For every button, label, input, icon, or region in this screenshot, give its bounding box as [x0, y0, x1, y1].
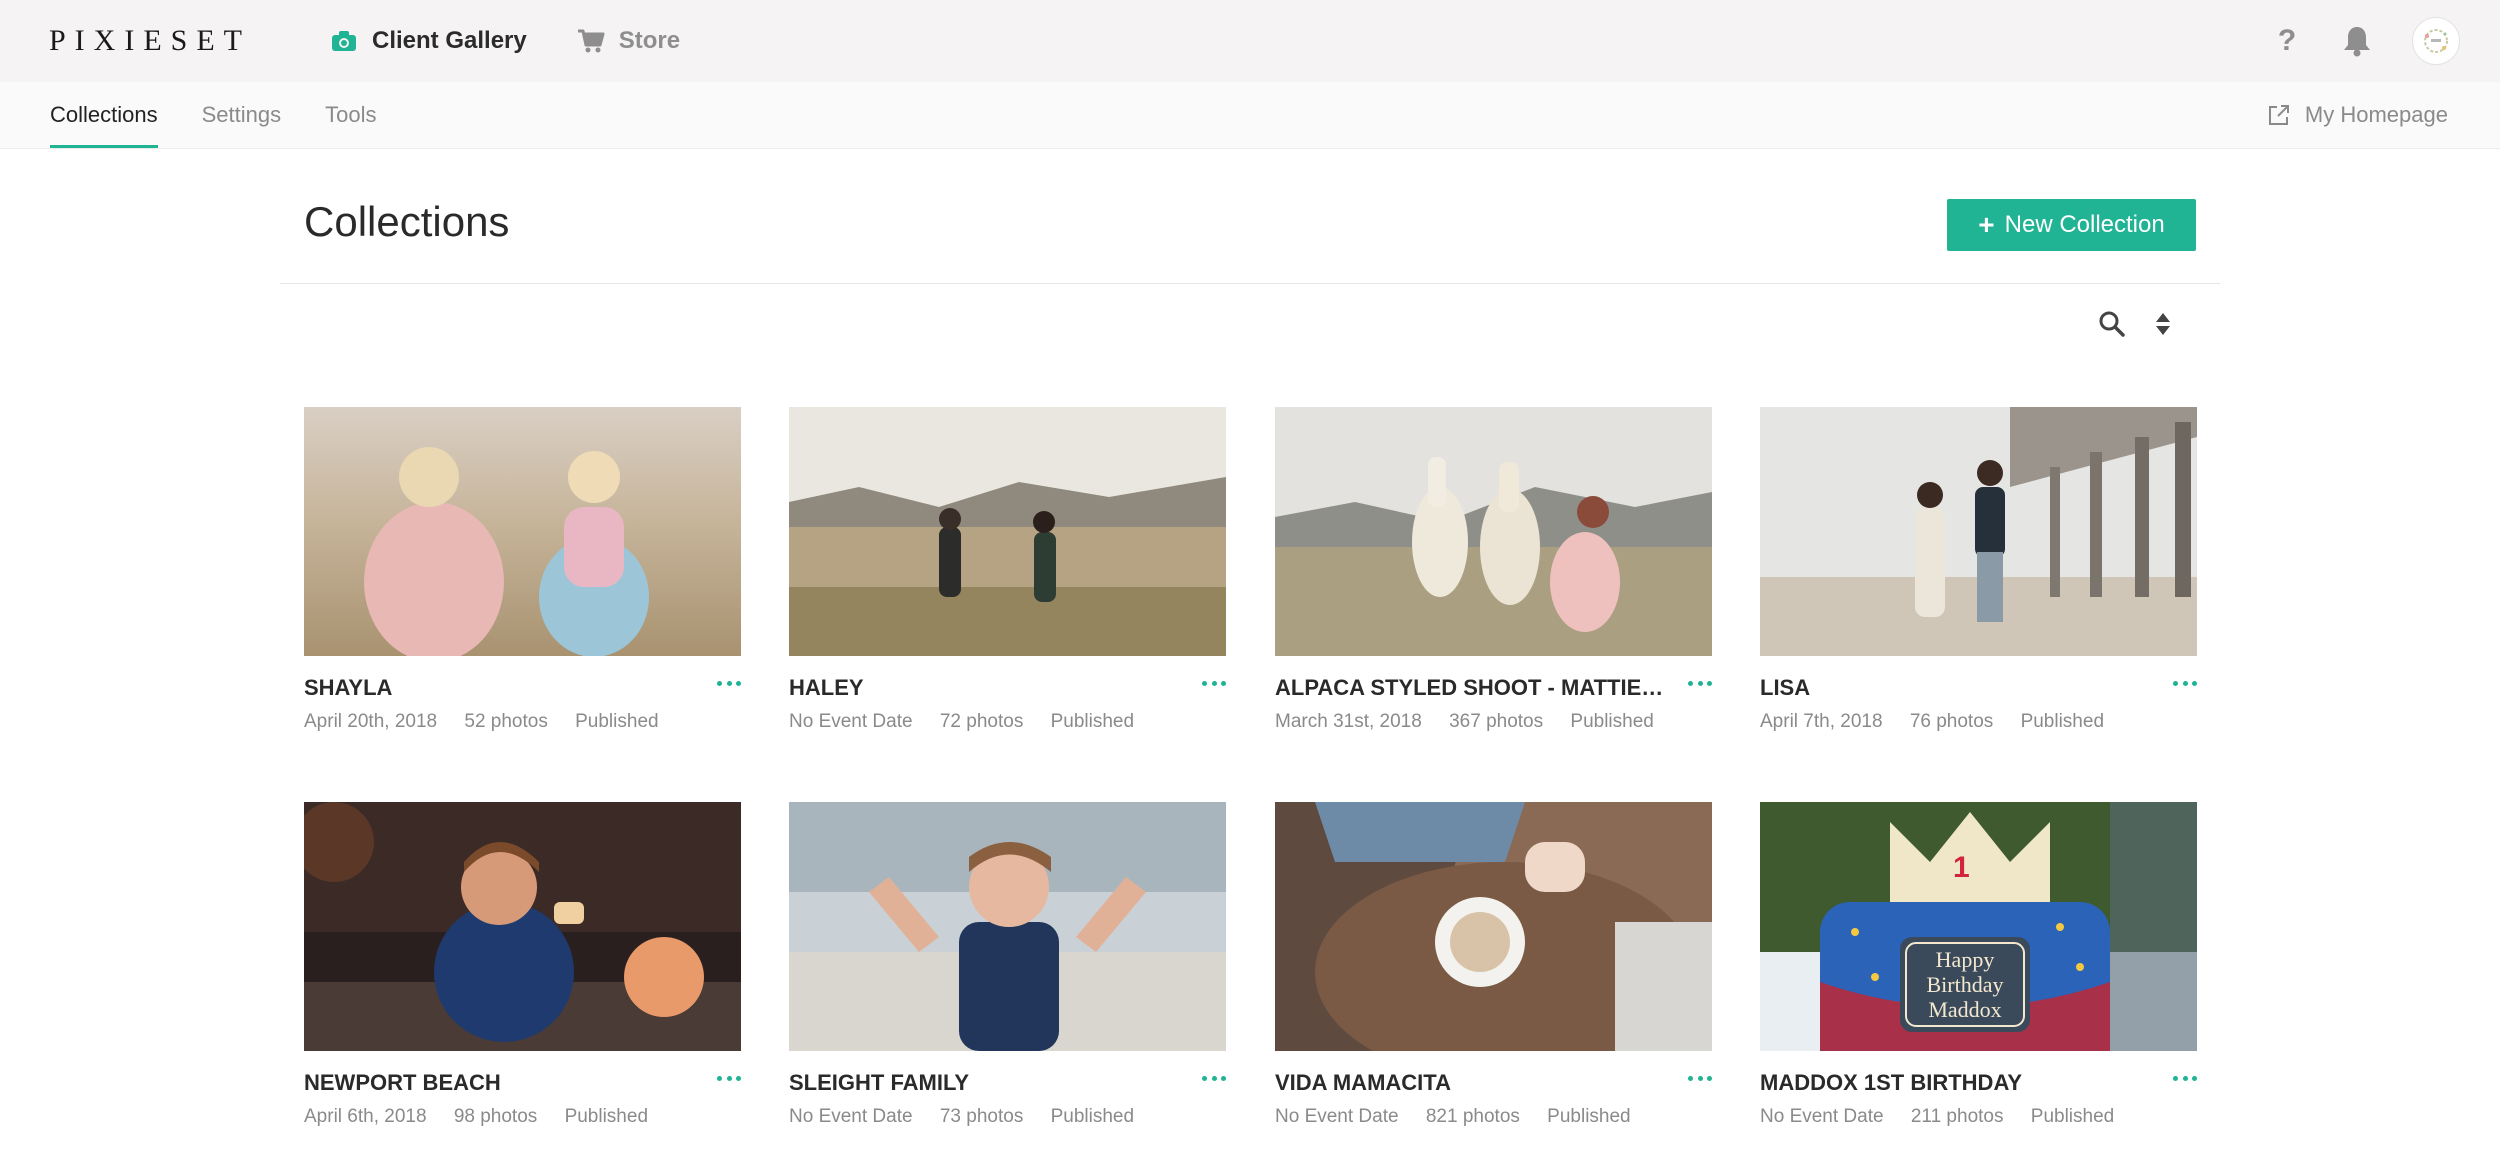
- collection-cover-image[interactable]: [789, 802, 1226, 1051]
- collection-card-alpaca[interactable]: ALPACA STYLED SHOOT - MATTIE … March 31s…: [1275, 407, 1712, 736]
- app-nav-store[interactable]: Store: [577, 26, 680, 56]
- collection-title[interactable]: VIDA MAMACITA: [1275, 1067, 1665, 1099]
- tab-settings[interactable]: Settings: [202, 82, 282, 148]
- collection-card-maddox-1st-birthday[interactable]: Happy Birthday Maddox 1 MADDOX 1ST BIRTH…: [1760, 802, 2197, 1131]
- new-collection-button[interactable]: + New Collection: [1947, 199, 2196, 251]
- search-icon[interactable]: [2098, 310, 2126, 338]
- external-link-icon: [2268, 105, 2289, 125]
- sub-nav-tabs: Collections Settings Tools: [50, 82, 420, 148]
- cake-text-line2: Birthday: [1927, 972, 2004, 997]
- collection-date: No Event Date: [789, 711, 913, 732]
- collection-photo-count: 98 photos: [453, 1106, 538, 1127]
- collection-title[interactable]: SHAYLA: [304, 672, 694, 704]
- plus-icon: +: [1978, 209, 1995, 240]
- collection-meta: No Event Date 211 photos Published: [1760, 1103, 2197, 1131]
- top-bar: PIXIESET Client Gallery Store ?: [0, 0, 2500, 82]
- collection-status: Published: [1547, 1106, 1631, 1127]
- app-nav: Client Gallery Store: [330, 20, 730, 62]
- collection-status: Published: [564, 1106, 649, 1127]
- app-nav-label: Client Gallery: [372, 27, 527, 54]
- cake-text-line3: Maddox: [1928, 997, 2001, 1022]
- collection-card-haley[interactable]: HALEY No Event Date 72 photos Published: [789, 407, 1226, 736]
- collection-cover-image[interactable]: [1275, 802, 1712, 1051]
- collection-card-newport-beach[interactable]: NEWPORT BEACH April 6th, 2018 98 photos …: [304, 802, 741, 1131]
- collection-date: April 7th, 2018: [1760, 711, 1883, 732]
- collection-status: Published: [2030, 1106, 2115, 1127]
- collection-status: Published: [1050, 1106, 1135, 1127]
- collection-date: April 6th, 2018: [304, 1106, 427, 1127]
- collection-tools: [2098, 310, 2172, 338]
- collection-meta: No Event Date 821 photos Published: [1275, 1103, 1712, 1131]
- help-icon[interactable]: ?: [2274, 24, 2300, 58]
- sub-nav: Collections Settings Tools My Homepage: [0, 82, 2500, 149]
- collection-meta: March 31st, 2018 367 photos Published: [1275, 708, 1712, 736]
- collection-title[interactable]: LISA: [1760, 672, 2150, 704]
- my-homepage-label: My Homepage: [2304, 102, 2448, 127]
- collection-card-lisa[interactable]: LISA April 7th, 2018 76 photos Published: [1760, 407, 2197, 736]
- collection-photo-count: 73 photos: [939, 1106, 1024, 1127]
- app-nav-label: Store: [618, 27, 681, 54]
- more-options-icon[interactable]: [2173, 676, 2197, 690]
- collection-photo-count: 76 photos: [1909, 711, 1994, 732]
- collection-photo-count: 72 photos: [939, 711, 1024, 732]
- more-options-icon[interactable]: [2173, 1071, 2197, 1085]
- collection-title[interactable]: MADDOX 1ST BIRTHDAY: [1760, 1067, 2150, 1099]
- collection-status: Published: [575, 711, 659, 732]
- tab-collections[interactable]: Collections: [50, 82, 158, 148]
- cake-number: 1: [1953, 851, 1970, 884]
- header-divider: [280, 283, 2220, 284]
- collection-cover-image[interactable]: [1760, 407, 2197, 656]
- new-collection-label: New Collection: [2004, 211, 2165, 238]
- collection-date: No Event Date: [789, 1106, 913, 1127]
- more-options-icon[interactable]: [1202, 676, 1226, 690]
- collection-date: March 31st, 2018: [1275, 711, 1422, 732]
- more-options-icon[interactable]: [717, 1071, 741, 1085]
- collection-cover-image[interactable]: [789, 407, 1226, 656]
- collection-cover-image[interactable]: [304, 407, 741, 656]
- collection-status: Published: [2020, 711, 2105, 732]
- collection-meta: No Event Date 73 photos Published: [789, 1103, 1226, 1131]
- collection-photo-count: 821 photos: [1425, 1106, 1520, 1127]
- collection-photo-count: 367 photos: [1449, 711, 1544, 732]
- collection-date: No Event Date: [1760, 1106, 1884, 1127]
- cake-text-line1: Happy: [1936, 947, 1995, 972]
- more-options-icon[interactable]: [1202, 1071, 1226, 1085]
- tab-tools[interactable]: Tools: [325, 82, 376, 148]
- bell-icon[interactable]: [2342, 25, 2372, 57]
- collection-card-vida-mamacita[interactable]: VIDA MAMACITA No Event Date 821 photos P…: [1275, 802, 1712, 1131]
- collection-cover-image[interactable]: [1275, 407, 1712, 656]
- collection-meta: April 20th, 2018 52 photos Published: [304, 708, 741, 736]
- collection-title[interactable]: NEWPORT BEACH: [304, 1067, 694, 1099]
- collection-date: No Event Date: [1275, 1106, 1399, 1127]
- collection-cover-image[interactable]: Happy Birthday Maddox 1: [1760, 802, 2197, 1051]
- app-nav-client-gallery[interactable]: Client Gallery: [330, 26, 527, 56]
- more-options-icon[interactable]: [1688, 676, 1712, 690]
- collection-title[interactable]: ALPACA STYLED SHOOT - MATTIE …: [1275, 672, 1665, 704]
- pixieset-logo[interactable]: PIXIESET: [49, 22, 251, 60]
- camera-icon: [330, 27, 358, 55]
- collection-meta: April 6th, 2018 98 photos Published: [304, 1103, 741, 1131]
- collection-card-sleight-family[interactable]: SLEIGHT FAMILY No Event Date 73 photos P…: [789, 802, 1226, 1131]
- collection-status: Published: [1570, 711, 1654, 732]
- my-homepage-link[interactable]: My Homepage: [2267, 82, 2448, 148]
- collection-title[interactable]: HALEY: [789, 672, 1179, 704]
- cart-icon: [577, 27, 605, 55]
- collection-photo-count: 211 photos: [1910, 1106, 2004, 1127]
- collection-card-shayla[interactable]: SHAYLA April 20th, 2018 52 photos Publis…: [304, 407, 741, 736]
- collection-date: April 20th, 2018: [304, 711, 438, 732]
- collection-cover-image[interactable]: [304, 802, 741, 1051]
- collection-title[interactable]: SLEIGHT FAMILY: [789, 1067, 1179, 1099]
- collection-photo-count: 52 photos: [464, 711, 548, 732]
- more-options-icon[interactable]: [717, 676, 741, 690]
- page-title: Collections: [304, 198, 510, 245]
- sort-icon[interactable]: [2154, 311, 2172, 337]
- top-right-actions: ?: [2274, 17, 2460, 65]
- collection-meta: April 7th, 2018 76 photos Published: [1760, 708, 2197, 736]
- more-options-icon[interactable]: [1688, 1071, 1712, 1085]
- avatar-wreath-icon: [2424, 29, 2448, 53]
- avatar[interactable]: [2412, 17, 2460, 65]
- collection-status: Published: [1050, 711, 1135, 732]
- collection-meta: No Event Date 72 photos Published: [789, 708, 1226, 736]
